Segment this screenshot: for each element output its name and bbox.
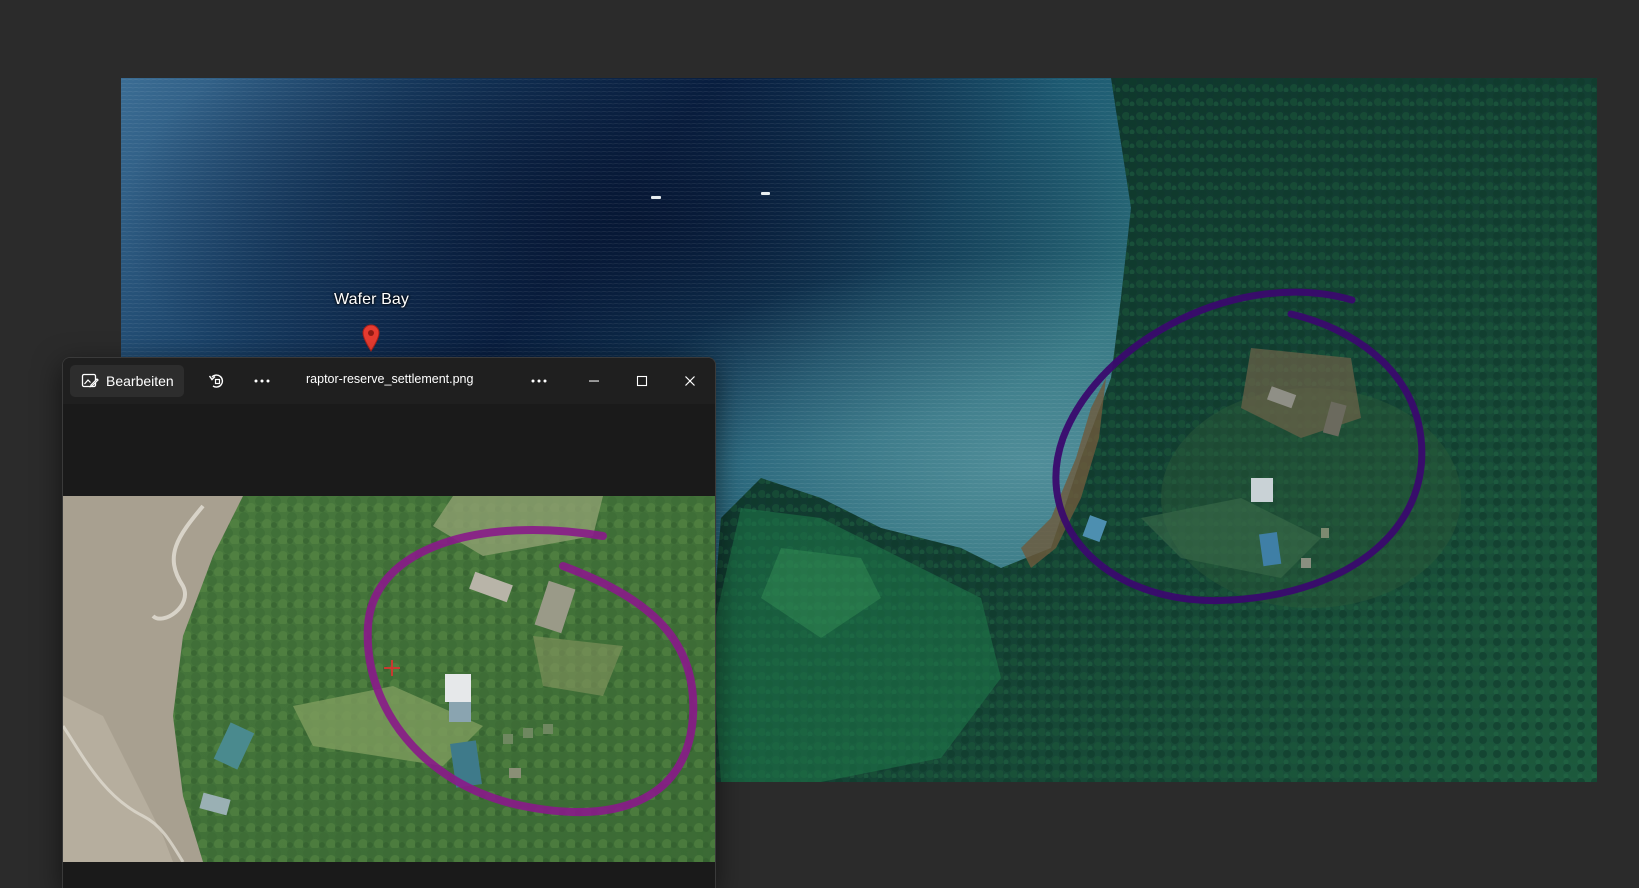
photos-window[interactable]: Bearbeiten raptor-reserve_settlement.png	[62, 357, 716, 888]
edit-button[interactable]: Bearbeiten	[70, 365, 184, 397]
place-label: Wafer Bay	[334, 291, 409, 308]
more-icon	[254, 379, 270, 383]
rotate-button[interactable]	[205, 369, 229, 393]
settlement-aerial-image	[63, 496, 715, 862]
close-button[interactable]	[678, 369, 702, 393]
close-icon	[685, 376, 695, 386]
desktop-background: Wafer Bay Bearbeiten raptor-reserve_sett…	[0, 0, 1639, 888]
window-title-filename: raptor-reserve_settlement.png	[306, 372, 474, 386]
more-options-right-button[interactable]	[527, 369, 551, 393]
rotate-icon	[208, 374, 224, 388]
viewer-background-bottom	[63, 862, 715, 888]
minimize-button[interactable]	[582, 369, 606, 393]
photo-canvas[interactable]	[63, 496, 715, 862]
more-options-button[interactable]	[250, 369, 274, 393]
maximize-button[interactable]	[630, 369, 654, 393]
more-icon	[531, 379, 547, 383]
map-pin-icon[interactable]	[362, 324, 380, 352]
title-bar[interactable]: Bearbeiten raptor-reserve_settlement.png	[63, 358, 715, 404]
edit-button-label: Bearbeiten	[106, 373, 174, 389]
maximize-icon	[636, 375, 648, 387]
viewer-background-top	[63, 404, 715, 496]
minimize-icon	[589, 380, 599, 382]
edit-image-icon	[81, 373, 99, 388]
